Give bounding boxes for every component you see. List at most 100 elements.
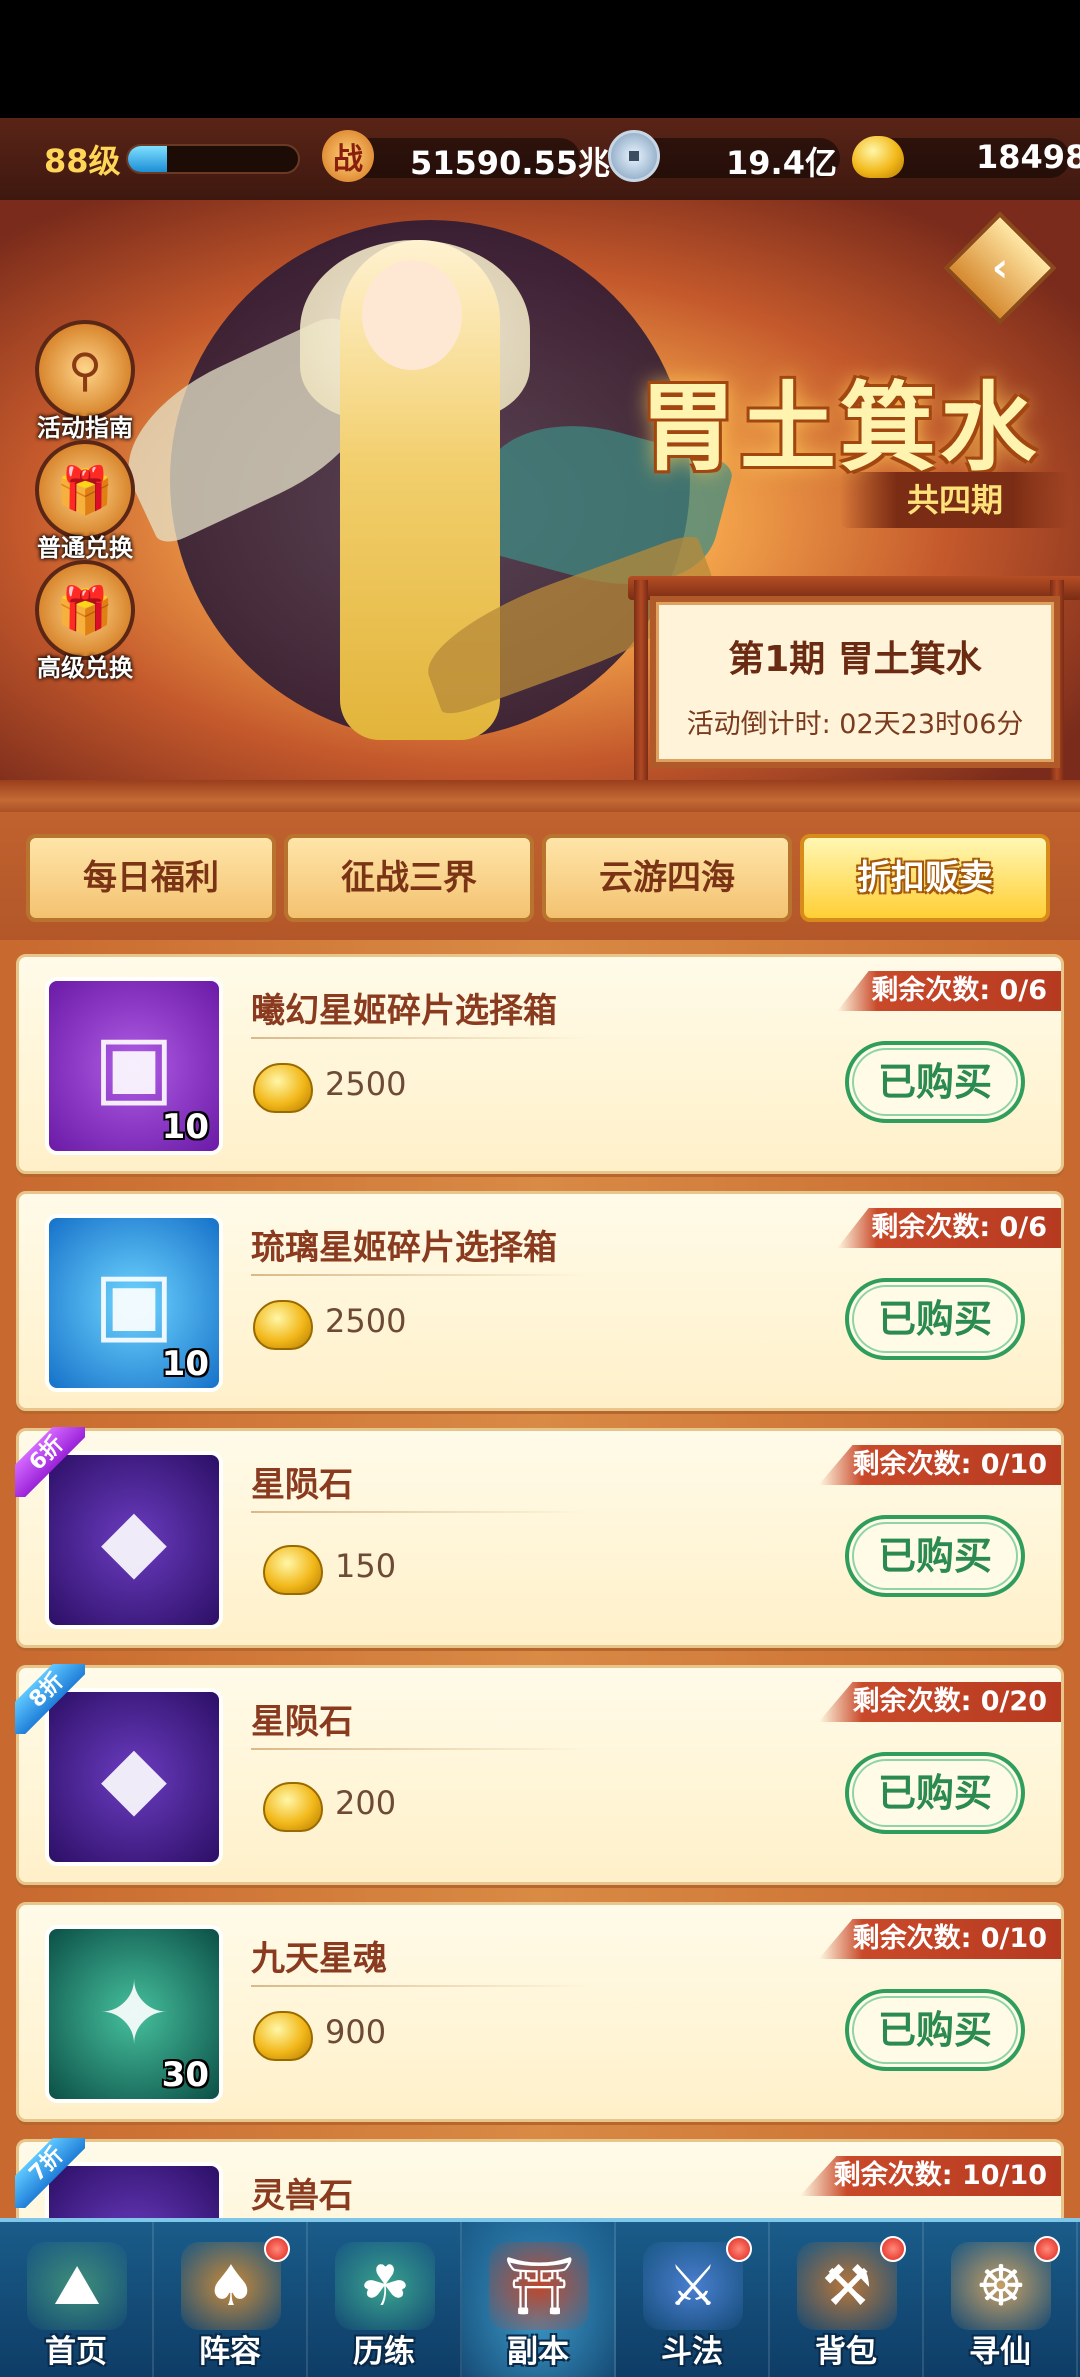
item-quantity: 10 <box>161 1107 209 1147</box>
bottom-nav: ⛰ 首页 ♠ 阵容 ☘ 历练 ⛩ 副本 ⚔ 斗法 ⚒ 背包 ☸ 寻仙 <box>0 2218 1080 2377</box>
power-value: 51590.55兆 <box>410 144 611 182</box>
shop-item-card: ▣ 10 琉璃星姬碎片选择箱 2500 剩余次数: 0/6 已购买 <box>16 1191 1064 1411</box>
item-name: 灵兽石 <box>251 2176 353 2216</box>
xp-bar-fill <box>128 146 168 172</box>
item-price: 2500 <box>325 1302 407 1340</box>
dungeon-icon: ⛩ <box>489 2242 589 2330</box>
notification-dot <box>726 2236 752 2262</box>
nav-dungeon[interactable]: ⛩ 副本 <box>462 2222 616 2377</box>
remaining-count: 剩余次数: 0/10 <box>818 1445 1061 1485</box>
event-banner: ⚲ 活动指南 🎁 普通兑换 🎁 高级兑换 ‹ 胃土箕水 共四期 第1期 胃土箕水… <box>0 200 1080 780</box>
gold-ingot-icon <box>253 1300 313 1350</box>
gold-ingot-icon <box>263 1782 323 1832</box>
gold-ingot-icon <box>852 136 904 178</box>
home-icon: ⛰ <box>27 2242 127 2330</box>
remaining-count: 剩余次数: 0/6 <box>837 971 1061 1011</box>
item-thumbnail[interactable]: ▣ 10 <box>45 977 223 1155</box>
remaining-count: 剩余次数: 0/20 <box>818 1682 1061 1722</box>
item-price: 150 <box>335 1547 397 1585</box>
shop-item-card: ▣ 10 曦幻星姬碎片选择箱 2500 剩余次数: 0/6 已购买 <box>16 954 1064 1174</box>
shop-item-card: ✦ 30 九天星魂 900 剩余次数: 0/10 已购买 <box>16 1902 1064 2122</box>
name-divider <box>251 1511 591 1513</box>
advanced-exchange-button[interactable]: 🎁 高级兑换 <box>30 560 140 683</box>
item-price: 900 <box>325 2013 387 2051</box>
name-divider <box>251 1274 591 1276</box>
nav-label: 副本 <box>507 2334 569 2370</box>
character-head <box>362 260 462 370</box>
purchased-button[interactable]: 已购买 <box>845 1515 1025 1597</box>
gold-ingot-icon <box>253 2011 313 2061</box>
name-divider <box>251 1037 591 1039</box>
nav-home[interactable]: ⛰ 首页 <box>0 2222 154 2377</box>
gold-value: 18498 <box>976 138 1080 176</box>
nav-training[interactable]: ☘ 历练 <box>308 2222 462 2377</box>
side-button-label: 高级兑换 <box>37 654 133 682</box>
nav-duel[interactable]: ⚔ 斗法 <box>616 2222 770 2377</box>
countdown-text: 活动倒计时: 02天23时06分 <box>686 709 1024 740</box>
name-divider <box>251 1985 591 1987</box>
tab-conquest[interactable]: 征战三界 <box>284 834 534 922</box>
notification-dot <box>1034 2236 1060 2262</box>
period-title: 第1期 胃土箕水 <box>728 639 982 680</box>
item-quantity: 10 <box>161 1344 209 1384</box>
purchased-button[interactable]: 已购买 <box>845 1041 1025 1123</box>
gift-box-icon: 🎁 <box>35 440 135 540</box>
event-subtitle: 共四期 <box>840 472 1070 528</box>
purchased-button[interactable]: 已购买 <box>845 1278 1025 1360</box>
remaining-count: 剩余次数: 0/10 <box>818 1919 1061 1959</box>
notification-dot <box>264 2236 290 2262</box>
item-name: 九天星魂 <box>251 1939 387 1979</box>
shop-item-card: ◆ 6折 星陨石 150 剩余次数: 0/10 已购买 <box>15 1427 1064 1648</box>
gold-ingot-icon <box>263 1545 323 1595</box>
back-arrow-icon: ‹ <box>991 245 1009 291</box>
training-icon: ☘ <box>335 2242 435 2330</box>
shop-item-card: ◉7折灵兽石剩余次数: 10/10 <box>15 2138 1064 2218</box>
shop-item-card: ◆ 8折 星陨石 200 剩余次数: 0/20 已购买 <box>15 1664 1064 1885</box>
tab-discount-sale[interactable]: 折扣贩卖 <box>800 834 1050 922</box>
nav-label: 斗法 <box>661 2334 723 2370</box>
item-price: 2500 <box>325 1065 407 1103</box>
tab-bar: 每日福利 征战三界 云游四海 折扣贩卖 <box>0 812 1080 940</box>
discount-ribbon: 7折 <box>15 2138 85 2208</box>
status-bar-area <box>0 0 1080 118</box>
item-thumbnail[interactable]: ▣ 10 <box>45 1214 223 1392</box>
event-title: 胃土箕水 <box>640 371 1040 484</box>
item-quantity: 30 <box>161 2055 209 2095</box>
discount-label: 8折 <box>15 1664 85 1734</box>
tab-daily-welfare[interactable]: 每日福利 <box>26 834 276 922</box>
player-level: 88级 <box>44 142 121 180</box>
gold-ingot-icon <box>253 1063 313 1113</box>
purchased-button[interactable]: 已购买 <box>845 1989 1025 2071</box>
item-name: 琉璃星姬碎片选择箱 <box>251 1228 557 1268</box>
back-button[interactable]: ‹ <box>943 211 1057 325</box>
coin-icon <box>608 130 660 182</box>
side-button-label: 普通兑换 <box>37 534 133 562</box>
item-list[interactable]: ▣ 10 曦幻星姬碎片选择箱 2500 剩余次数: 0/6 已购买 ▣ 10 琉璃星姬碎片选择箱… <box>0 940 1080 2218</box>
discount-label: 6折 <box>15 1427 85 1497</box>
xp-bar <box>126 144 300 174</box>
nav-label: 首页 <box>45 2334 107 2370</box>
tab-travel[interactable]: 云游四海 <box>542 834 792 922</box>
board-post <box>634 580 648 780</box>
nav-label: 寻仙 <box>969 2334 1031 2370</box>
discount-label: 7折 <box>15 2138 85 2208</box>
item-thumbnail[interactable]: ✦ 30 <box>45 1925 223 2103</box>
coin-value: 19.4亿 <box>726 144 837 182</box>
resource-bar: 88级 战 51590.55兆 19.4亿 18498 <box>0 118 1080 200</box>
gift-box-icon: 🎁 <box>35 560 135 660</box>
nav-label: 阵容 <box>199 2334 261 2370</box>
nav-bag[interactable]: ⚒ 背包 <box>770 2222 924 2377</box>
remaining-count: 剩余次数: 0/6 <box>837 1208 1061 1248</box>
normal-exchange-button[interactable]: 🎁 普通兑换 <box>30 440 140 563</box>
nav-seek-immortal[interactable]: ☸ 寻仙 <box>924 2222 1078 2377</box>
nav-label: 背包 <box>815 2334 877 2370</box>
purchased-button[interactable]: 已购买 <box>845 1752 1025 1834</box>
period-board: 第1期 胃土箕水 活动倒计时: 02天23时06分 <box>650 596 1060 768</box>
remaining-count: 剩余次数: 10/10 <box>799 2156 1061 2196</box>
nav-lineup[interactable]: ♠ 阵容 <box>154 2222 308 2377</box>
item-name: 曦幻星姬碎片选择箱 <box>251 991 557 1031</box>
item-name: 星陨石 <box>251 1702 353 1742</box>
notification-dot <box>880 2236 906 2262</box>
activity-guide-button[interactable]: ⚲ 活动指南 <box>30 320 140 443</box>
power-icon: 战 <box>322 130 374 182</box>
